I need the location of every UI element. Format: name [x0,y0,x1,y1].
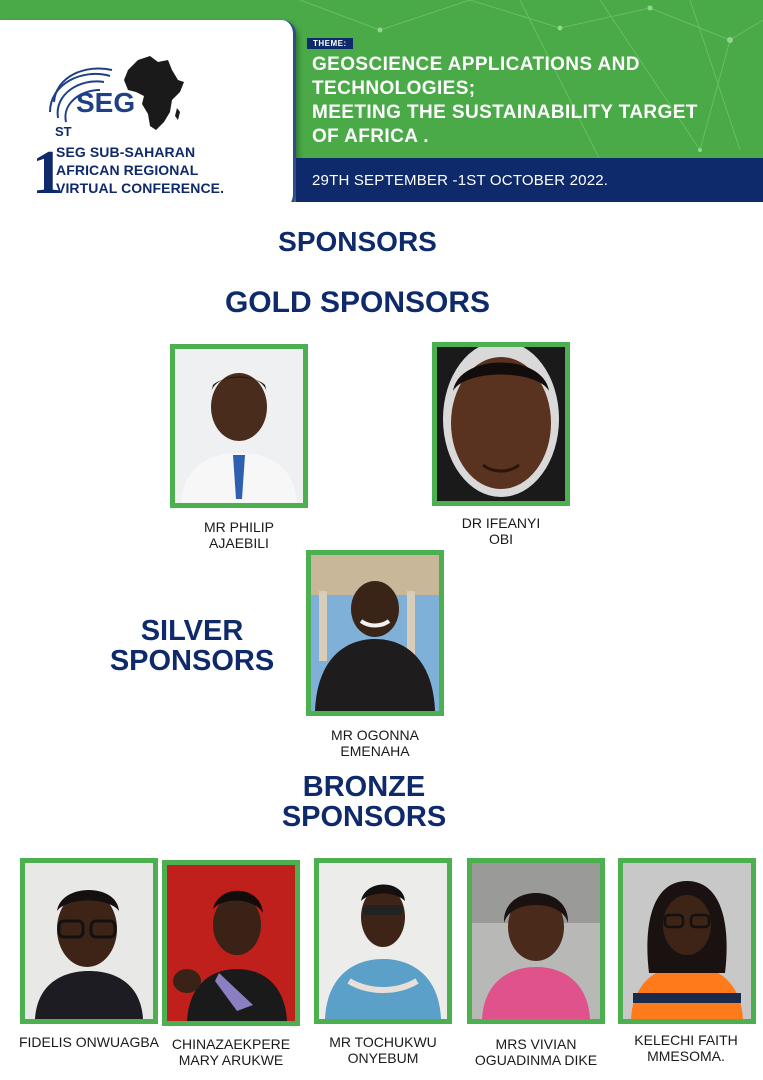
gold-sponsors-heading: GOLD SPONSORS [224,286,491,319]
theme-line-4: OF AFRICA . [312,126,429,147]
person-portrait-icon [167,865,295,1021]
silver-sponsor-name-1: MR OGONNA EMENAHA [306,727,444,759]
bronze-sponsor-2-name-line-2: MARY ARUKWE [178,1052,284,1069]
bronze-sponsor-name-1: FIDELIS ONWUAGBA [12,1034,166,1050]
gold-sponsor-photo-2 [432,342,570,506]
conference-logo-card: SEG 1 ST SEG SUB-SAHARAN AFRICAN REGIONA… [0,20,296,202]
person-portrait-icon [175,349,303,503]
conference-title-line-2: AFRICAN REGIONAL [56,162,199,178]
theme-label: THEME: [307,38,353,49]
bronze-sponsor-4-name-line-1: MRS VIVIAN [495,1036,577,1052]
conference-dates: 29TH SEPTEMBER -1ST OCTOBER 2022. [312,172,609,189]
bronze-sponsor-2-name-line-1: CHINAZAEKPERE [171,1036,291,1052]
bronze-sponsors-heading: BRONZE SPONSORS [264,772,464,833]
silver-sponsor-photo-1 [306,550,444,716]
bronze-sponsor-photo-3 [314,858,452,1024]
gold-sponsor-2-name-line-2: OBI [488,531,514,548]
bronze-heading-line-2: SPONSORS [281,801,447,834]
bronze-sponsor-3-name-line-2: ONYEBUM [347,1050,419,1067]
person-portrait-icon [623,863,751,1019]
gold-sponsor-1-name-line-1: MR PHILIP [203,519,274,535]
bronze-sponsor-photo-4 [467,858,605,1024]
gold-sponsor-photo-1 [170,344,308,508]
bronze-sponsor-5-name-line-2: MMESOMA. [647,1048,725,1065]
conference-title-line-1: SEG SUB-SAHARAN [56,144,196,160]
gold-sponsor-name-2: DR IFEANYI OBI [432,515,570,547]
bronze-sponsor-photo-2 [162,860,300,1026]
theme-line-3: MEETING THE SUSTAINABILITY TARGET [312,102,698,123]
silver-sponsors-heading: SILVER SPONSORS [100,616,284,677]
person-portrait-icon [319,863,447,1019]
bronze-sponsor-4-name-line-2: OGUADINMA DIKE [474,1052,598,1069]
silver-sponsor-1-name-line-2: EMENAHA [340,743,410,760]
conference-title-line-3: VIRTUAL CONFERENCE. [56,180,225,196]
gold-sponsor-2-name-line-1: DR IFEANYI [461,515,541,531]
bronze-sponsor-name-5: KELECHI FAITH MMESOMA. [610,1032,762,1064]
theme-line-1: GEOSCIENCE APPLICATIONS AND [312,54,640,75]
bronze-sponsor-1-name-line-1: FIDELIS ONWUAGBA [18,1034,160,1050]
bronze-sponsor-name-3: MR TOCHUKWU ONYEBUM [314,1034,452,1066]
conference-ordinal-suffix: ST [55,124,72,139]
person-portrait-icon [472,863,600,1019]
gold-sponsor-1-name-line-2: AJAEBILI [209,535,269,552]
conference-banner: SEG 1 ST SEG SUB-SAHARAN AFRICAN REGIONA… [0,0,763,202]
bronze-sponsor-name-2: CHINAZAEKPERE MARY ARUKWE [162,1036,300,1068]
gold-sponsor-name-1: MR PHILIP AJAEBILI [170,519,308,551]
bronze-sponsor-photo-5 [618,858,756,1024]
person-portrait-icon [437,347,565,501]
silver-heading-line-1: SILVER [140,615,244,647]
silver-sponsor-1-name-line-1: MR OGONNA [331,727,419,743]
person-portrait-icon [311,555,439,711]
sponsors-heading: SPONSORS [278,226,437,257]
seg-africa-logo-icon: SEG [49,56,184,130]
seg-logo-text: SEG [76,87,135,118]
bronze-sponsor-3-name-line-1: MR TOCHUKWU [329,1034,437,1050]
person-portrait-icon [25,863,153,1019]
theme-line-2: TECHNOLOGIES; [312,78,476,99]
bronze-heading-line-1: BRONZE [302,771,426,803]
silver-heading-line-2: SPONSORS [109,645,275,678]
bronze-sponsor-photo-1 [20,858,158,1024]
conference-dates-bar: 29TH SEPTEMBER -1ST OCTOBER 2022. [296,158,763,202]
bronze-sponsor-5-name-line-1: KELECHI FAITH [634,1032,738,1048]
bronze-sponsor-name-4: MRS VIVIAN OGUADINMA DIKE [455,1036,617,1068]
